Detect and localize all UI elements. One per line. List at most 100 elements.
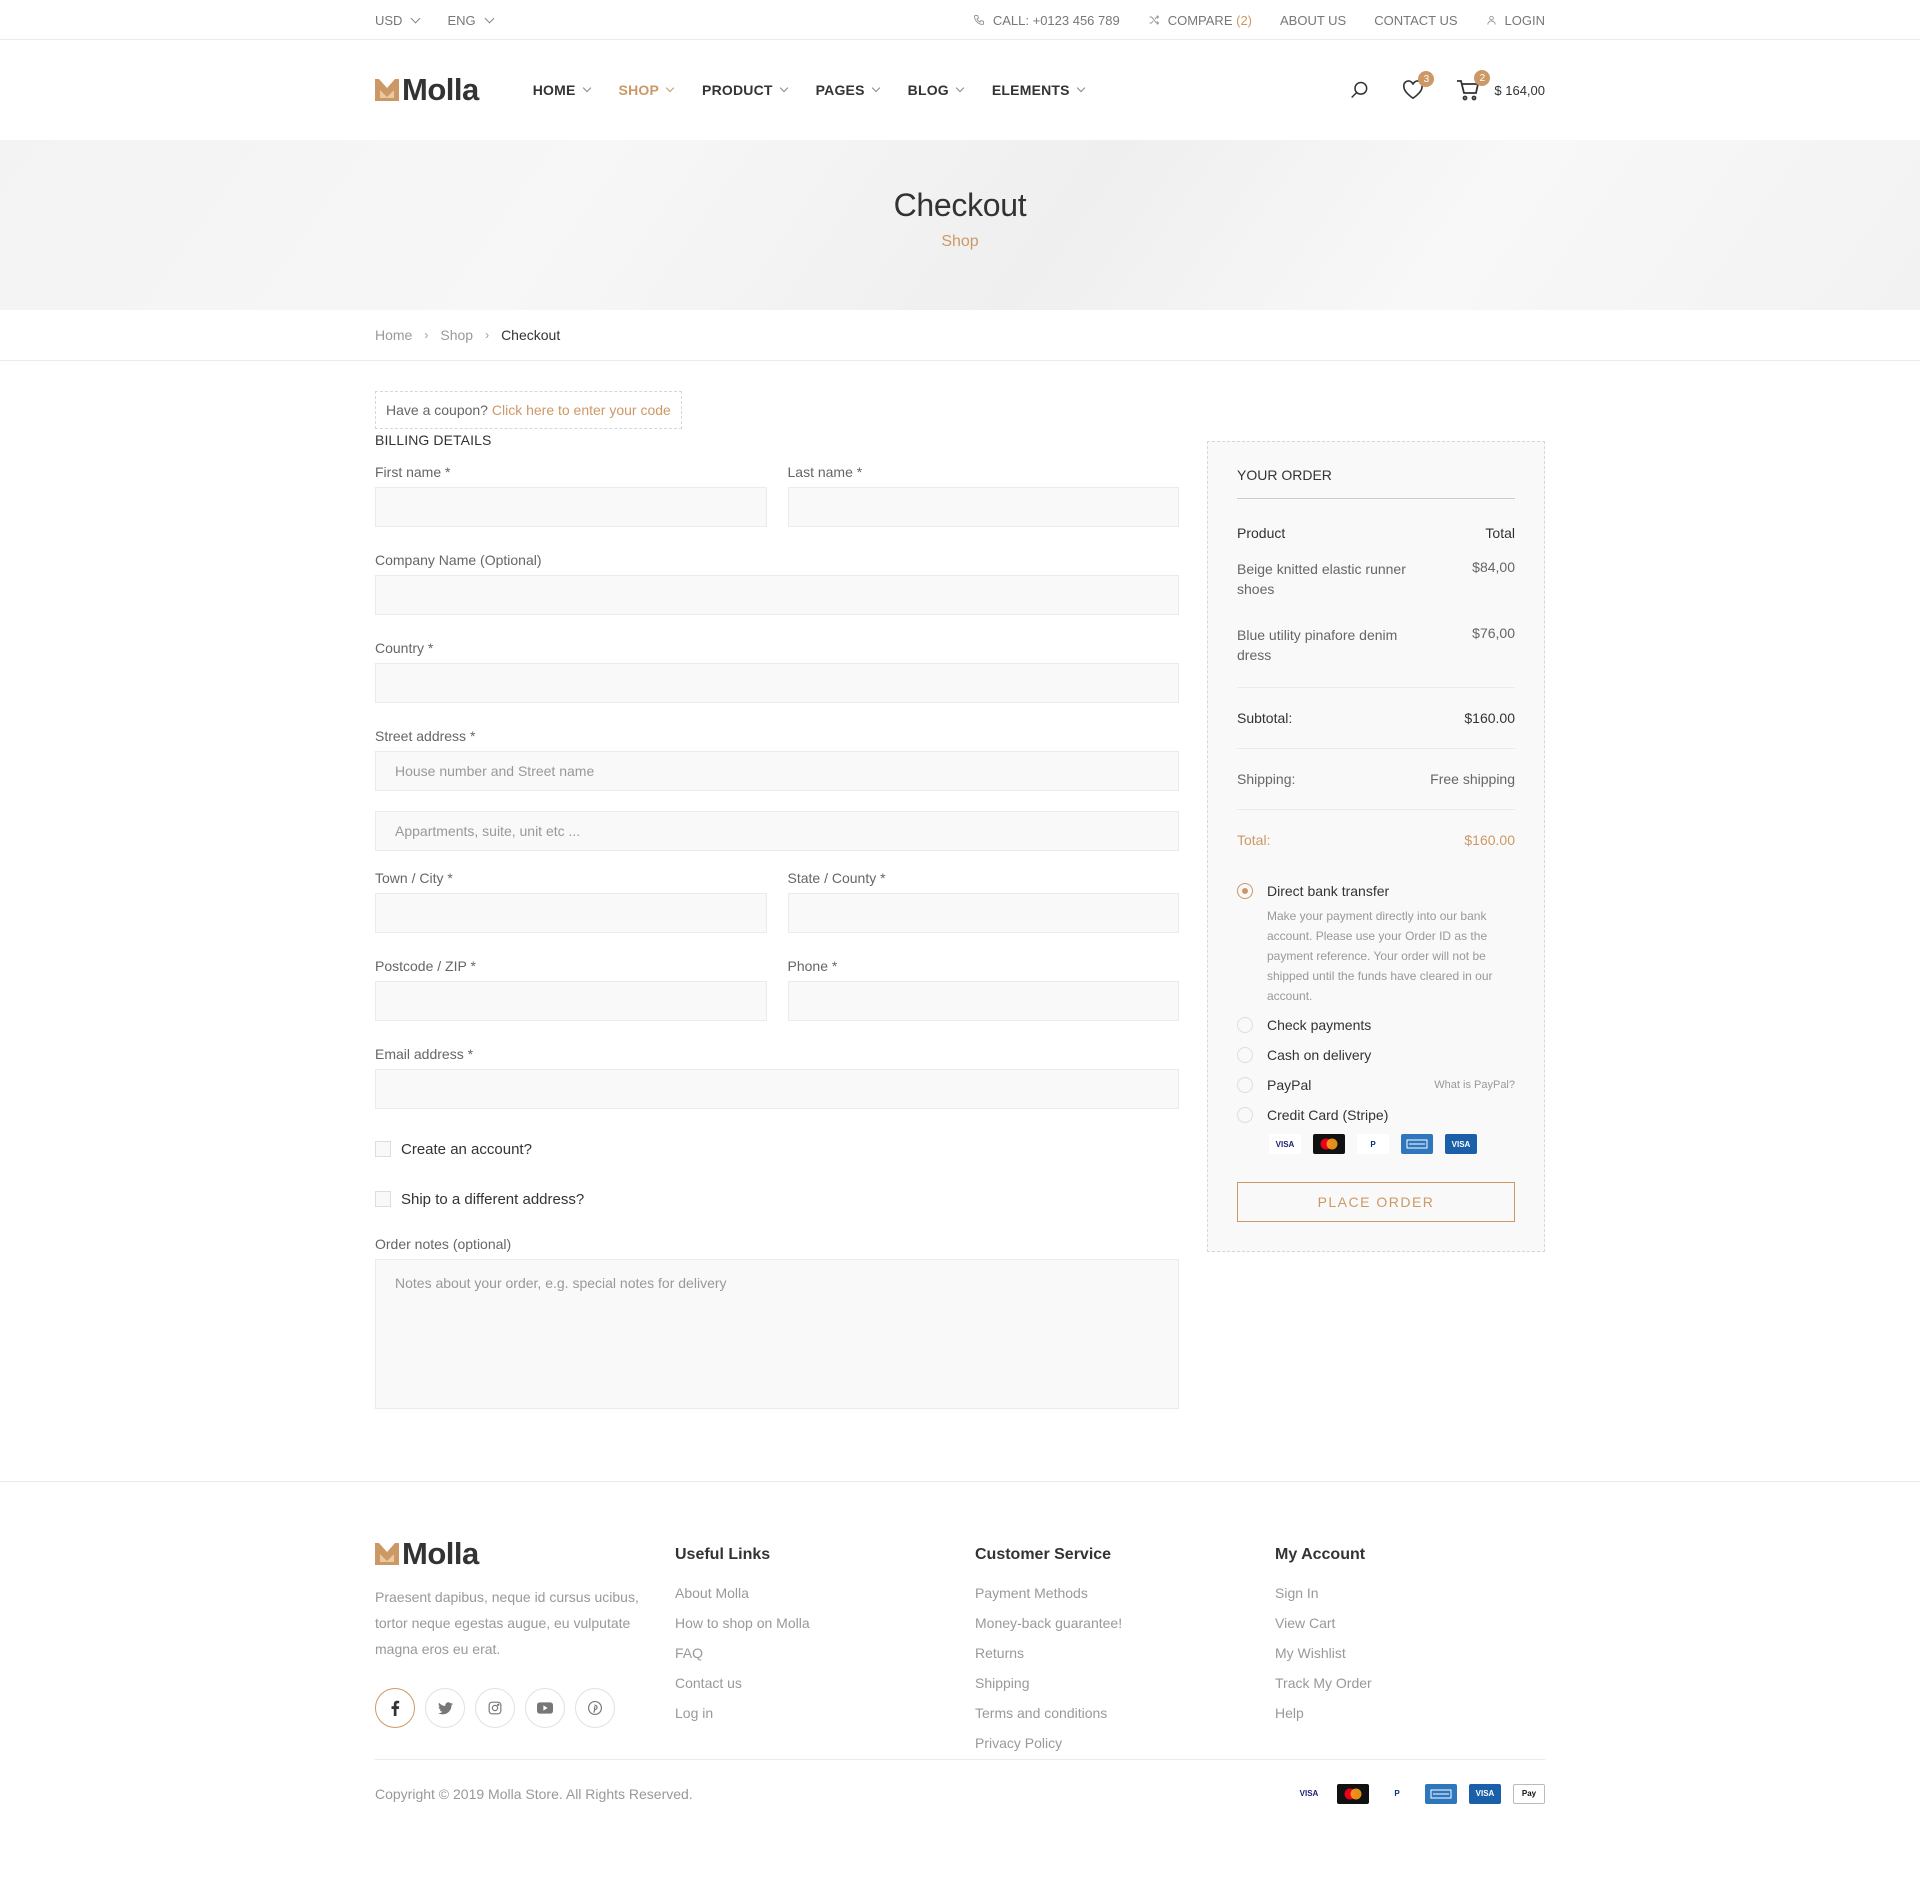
logo-text: Molla xyxy=(402,1536,479,1571)
compare-link[interactable]: COMPARE (2) xyxy=(1148,13,1252,28)
youtube-icon[interactable] xyxy=(525,1688,565,1728)
footer-about: Molla Praesent dapibus, neque id cursus … xyxy=(375,1536,640,1728)
footer-link[interactable]: Returns xyxy=(975,1645,1122,1665)
phone-link[interactable]: CALL: +0123 456 789 xyxy=(973,13,1120,28)
footer-link[interactable]: FAQ xyxy=(675,1645,810,1665)
breadcrumb-current: Checkout xyxy=(501,327,561,343)
street-input-1[interactable] xyxy=(375,751,1179,791)
pinterest-icon[interactable] xyxy=(575,1688,615,1728)
footer-logo[interactable]: Molla xyxy=(375,1536,640,1572)
last-name-label: Last name * xyxy=(787,464,863,480)
page-header: Checkout Shop xyxy=(0,140,1920,310)
search-button[interactable] xyxy=(1350,80,1370,100)
payment-label: PayPal xyxy=(1267,1077,1312,1093)
about-link[interactable]: ABOUT US xyxy=(1280,13,1346,28)
nav-home[interactable]: HOME xyxy=(533,82,591,98)
cart-count-badge: 2 xyxy=(1474,70,1491,86)
shipping-value: Free shipping xyxy=(1430,771,1515,787)
what-is-paypal-link[interactable]: What is PayPal? xyxy=(1434,1079,1515,1091)
ship-different-checkbox[interactable]: Ship to a different address? xyxy=(375,1189,1179,1209)
order-title: YOUR ORDER xyxy=(1237,467,1515,499)
nav-product[interactable]: PRODUCT xyxy=(702,82,788,98)
footer-link[interactable]: Terms and conditions xyxy=(975,1705,1122,1725)
first-name-input[interactable] xyxy=(375,487,767,527)
order-notes-label: Order notes (optional) xyxy=(375,1236,512,1252)
nav-blog[interactable]: BLOG xyxy=(908,82,965,98)
apple-pay-icon: Pay xyxy=(1513,1783,1545,1804)
order-item-name[interactable]: Blue utility pinafore denim dress xyxy=(1237,625,1427,665)
phone-text: CALL: +0123 456 789 xyxy=(992,12,1120,28)
footer-link[interactable]: Money-back guarantee! xyxy=(975,1615,1122,1635)
nav-pages[interactable]: PAGES xyxy=(816,82,880,98)
compare-label: COMPARE xyxy=(1167,12,1233,28)
footer-link[interactable]: Help xyxy=(1275,1705,1372,1725)
amex-icon xyxy=(1401,1134,1433,1154)
footer-link[interactable]: Shipping xyxy=(975,1675,1122,1695)
login-link[interactable]: LOGIN xyxy=(1486,13,1545,28)
footer-link[interactable]: My Wishlist xyxy=(1275,1645,1372,1665)
state-input[interactable] xyxy=(787,893,1179,933)
facebook-icon[interactable] xyxy=(375,1688,415,1728)
main-nav: HOME SHOP PRODUCT PAGES BLOG ELEMENTS xyxy=(533,82,1113,98)
payment-description: Make your payment directly into our bank… xyxy=(1267,909,1493,1003)
footer-link[interactable]: Track My Order xyxy=(1275,1675,1372,1695)
twitter-icon[interactable] xyxy=(425,1688,465,1728)
footer-link[interactable]: Log in xyxy=(675,1705,810,1725)
language-select[interactable]: ENG xyxy=(447,13,495,28)
city-input[interactable] xyxy=(375,893,767,933)
street-input-2[interactable] xyxy=(375,811,1179,851)
payment-check[interactable]: Check payments xyxy=(1237,1010,1515,1040)
checkout-section: Have a coupon? Click here to enter your … xyxy=(0,361,1920,1481)
breadcrumb-home[interactable]: Home xyxy=(375,327,412,343)
checkbox-box xyxy=(375,1191,391,1207)
footer-link[interactable]: About Molla xyxy=(675,1585,810,1605)
nav-elements[interactable]: ELEMENTS xyxy=(992,82,1085,98)
visa-icon: VISA xyxy=(1293,1783,1325,1804)
footer-link[interactable]: Sign In xyxy=(1275,1585,1372,1605)
last-name-input[interactable] xyxy=(787,487,1179,527)
email-input[interactable] xyxy=(375,1069,1179,1109)
cart-button[interactable]: 2 xyxy=(1456,70,1491,101)
chevron-down-icon xyxy=(582,83,591,93)
create-account-checkbox[interactable]: Create an account? xyxy=(375,1139,1179,1159)
footer-link[interactable]: View Cart xyxy=(1275,1615,1372,1635)
wishlist-button[interactable]: 3 xyxy=(1402,71,1435,100)
breadcrumb-shop[interactable]: Shop xyxy=(440,327,473,343)
footer-link[interactable]: How to shop on Molla xyxy=(675,1615,810,1635)
instagram-icon[interactable] xyxy=(475,1688,515,1728)
order-notes-input[interactable] xyxy=(375,1259,1179,1409)
contact-link[interactable]: CONTACT US xyxy=(1374,13,1457,28)
visa-icon: VISA xyxy=(1269,1134,1301,1154)
logo-mark-icon xyxy=(375,79,399,101)
nav-label: SHOP xyxy=(618,82,660,98)
visa-electron-icon: VISA xyxy=(1469,1783,1501,1804)
company-input[interactable] xyxy=(375,575,1179,615)
place-order-button[interactable]: PLACE ORDER xyxy=(1237,1182,1515,1222)
payment-label: Cash on delivery xyxy=(1267,1047,1372,1063)
footer-link[interactable]: Contact us xyxy=(675,1675,810,1695)
footer-link[interactable]: Payment Methods xyxy=(975,1585,1122,1605)
payment-label: Credit Card (Stripe) xyxy=(1267,1107,1389,1123)
country-input[interactable] xyxy=(375,663,1179,703)
postcode-input[interactable] xyxy=(375,981,767,1021)
phone-input[interactable] xyxy=(787,981,1179,1021)
payment-methods: Direct bank transfer Make your payment d… xyxy=(1237,876,1515,1154)
nav-shop[interactable]: SHOP xyxy=(618,82,675,98)
user-icon xyxy=(1486,15,1496,25)
logo[interactable]: Molla xyxy=(375,72,479,108)
payment-cod[interactable]: Cash on delivery xyxy=(1237,1040,1515,1070)
currency-select[interactable]: USD xyxy=(375,13,421,28)
order-item-name[interactable]: Beige knitted elastic runner shoes xyxy=(1237,559,1427,599)
chevron-right-icon: › xyxy=(424,328,429,342)
coupon-link[interactable]: Click here to enter your code xyxy=(492,402,671,418)
search-icon xyxy=(1351,81,1368,99)
footer-heading: Useful Links xyxy=(675,1546,771,1563)
cart-total: $ 164,00 xyxy=(1494,82,1545,98)
payment-paypal[interactable]: PayPal What is PayPal? xyxy=(1237,1070,1515,1100)
payment-bank-transfer[interactable]: Direct bank transfer xyxy=(1237,876,1515,906)
payment-stripe[interactable]: Credit Card (Stripe) xyxy=(1237,1100,1515,1130)
chevron-down-icon xyxy=(484,13,495,23)
footer-link[interactable]: Privacy Policy xyxy=(975,1735,1122,1755)
mastercard-icon xyxy=(1313,1134,1345,1154)
order-item: Blue utility pinafore denim dress $76,00 xyxy=(1237,621,1515,687)
